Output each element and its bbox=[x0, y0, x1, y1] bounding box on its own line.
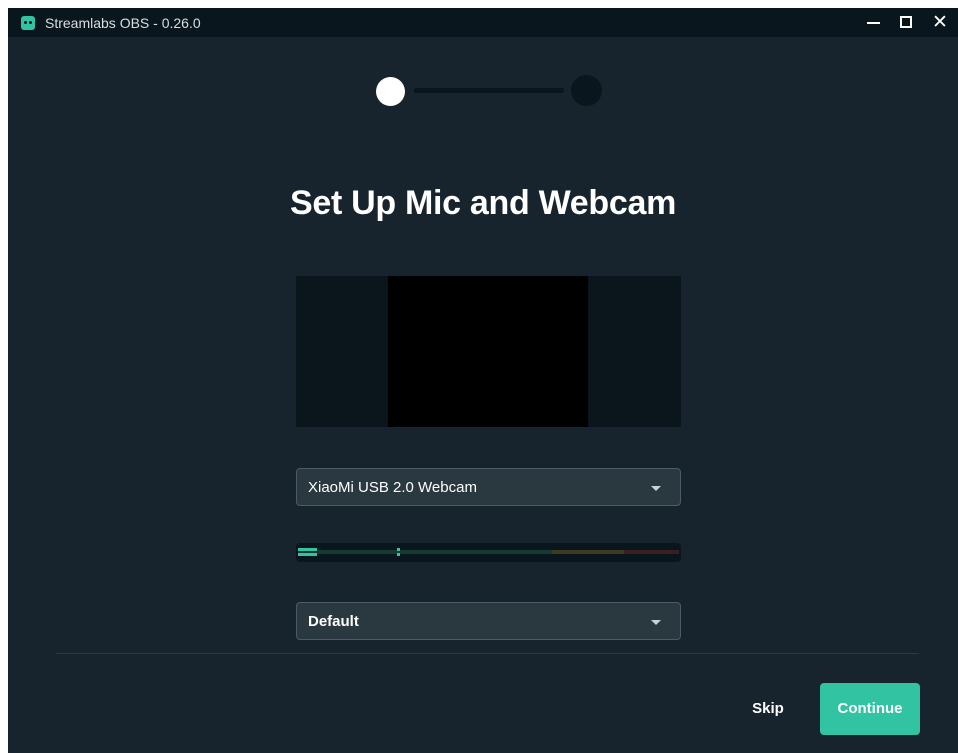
close-button[interactable]: ✕ bbox=[924, 8, 954, 37]
streamlabs-logo-icon bbox=[21, 16, 35, 30]
maximize-button[interactable] bbox=[891, 8, 921, 37]
audio-level-meter bbox=[296, 543, 681, 562]
meter-green-zone bbox=[298, 550, 552, 554]
meter-level-left bbox=[298, 548, 317, 551]
app-window: Streamlabs OBS - 0.26.0 ✕ Set Up Mic and… bbox=[8, 8, 958, 753]
close-icon: ✕ bbox=[932, 11, 948, 33]
microphone-select-value: Default bbox=[308, 613, 359, 630]
step-connector bbox=[414, 88, 564, 93]
page-title: Set Up Mic and Webcam bbox=[289, 184, 677, 222]
meter-yellow-zone bbox=[552, 550, 624, 554]
step-indicator-1-active bbox=[376, 77, 405, 106]
title-bar[interactable]: Streamlabs OBS - 0.26.0 ✕ bbox=[8, 8, 958, 37]
meter-level-right bbox=[298, 553, 317, 556]
chevron-down-icon bbox=[651, 486, 661, 491]
webcam-select-value: XiaoMi USB 2.0 Webcam bbox=[308, 479, 477, 496]
webcam-select[interactable]: XiaoMi USB 2.0 Webcam bbox=[296, 468, 681, 506]
webcam-video-frame bbox=[388, 276, 588, 427]
meter-peak-right bbox=[397, 553, 400, 556]
footer-divider bbox=[56, 653, 919, 654]
microphone-select[interactable]: Default bbox=[296, 602, 681, 640]
chevron-down-icon bbox=[651, 620, 661, 625]
webcam-preview bbox=[296, 276, 681, 427]
meter-peak-left bbox=[397, 548, 400, 551]
window-title: Streamlabs OBS - 0.26.0 bbox=[45, 15, 201, 31]
skip-button[interactable]: Skip bbox=[742, 699, 794, 719]
maximize-icon bbox=[900, 16, 912, 28]
minimize-icon bbox=[867, 22, 880, 24]
step-indicator-2 bbox=[571, 75, 602, 106]
continue-button[interactable]: Continue bbox=[820, 683, 920, 735]
minimize-button[interactable] bbox=[858, 8, 888, 37]
meter-red-zone bbox=[624, 550, 679, 554]
